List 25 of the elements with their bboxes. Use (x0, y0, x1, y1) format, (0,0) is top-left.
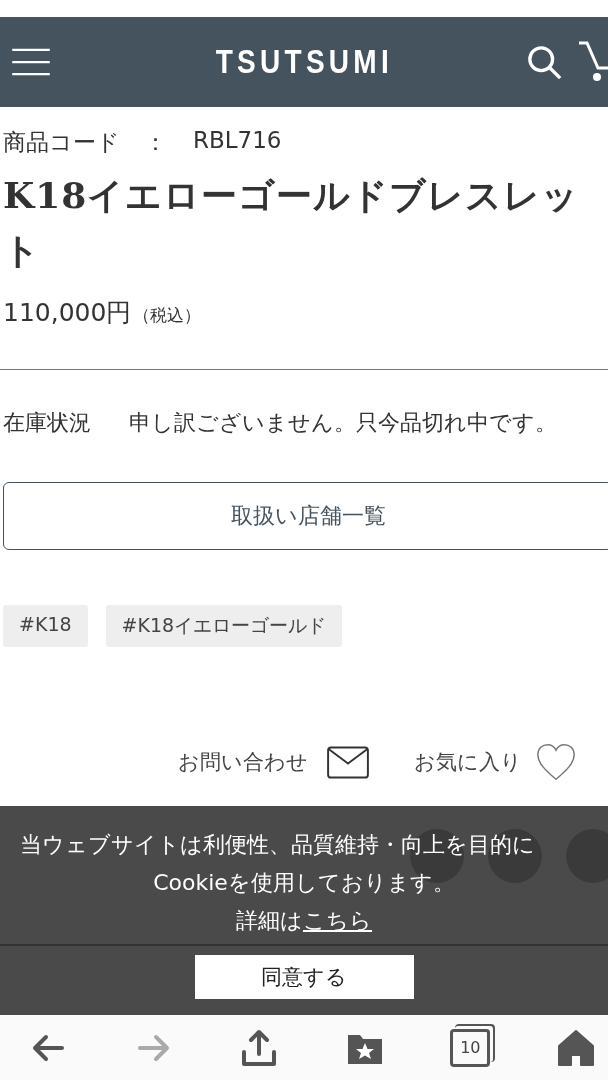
favorite-link[interactable]: お気に入り (414, 748, 522, 776)
product-title: K18イエローゴールドブレスレット (3, 173, 581, 273)
product-price: 110,000円 (3, 297, 132, 329)
cookie-notice-text: Cookieを使用しております。 (153, 869, 455, 897)
stock-label: 在庫状況 (3, 409, 91, 437)
cart-icon[interactable] (578, 40, 608, 82)
home-icon[interactable] (555, 1027, 596, 1068)
site-logo[interactable]: TSUTSUMI (215, 43, 393, 81)
mail-icon[interactable] (326, 745, 370, 779)
cookie-detail-text: 詳細は (236, 908, 303, 933)
contact-link[interactable]: お問い合わせ (178, 748, 308, 776)
search-icon[interactable] (527, 45, 563, 81)
tax-note: （税込） (133, 304, 202, 327)
menu-icon[interactable] (11, 47, 51, 77)
tag-link[interactable]: #K18イエローゴールド (105, 605, 343, 647)
details-link[interactable]: こちら (303, 908, 372, 933)
store-list-button[interactable]: 取扱い店舗一覧 (3, 482, 608, 550)
cookie-notice-text: 当ウェブサイトは利便性、品質維持・向上を目的に (20, 831, 535, 859)
code-separator: ： (144, 128, 167, 157)
agree-button[interactable]: 同意する (194, 955, 414, 999)
code-label: 商品コード (3, 128, 120, 157)
product-code: RBL716 (193, 127, 282, 155)
stock-status: 申し訳ございません。只今品切れ中です。 (129, 409, 557, 437)
heart-icon[interactable] (536, 741, 576, 783)
tag-link[interactable]: #K18 (3, 605, 88, 647)
